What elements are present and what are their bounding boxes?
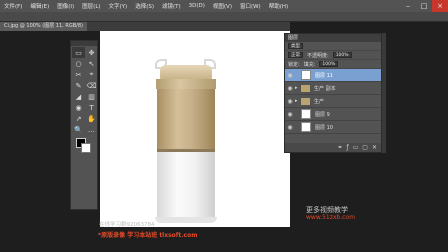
tool-icon[interactable]: ○ <box>72 58 85 69</box>
eye-icon[interactable]: ◉ <box>285 111 295 118</box>
bottom-watermark: *原版录像 学习本站班 tlxsoft.com <box>98 232 198 239</box>
tool-icon[interactable]: ↗ <box>72 113 85 124</box>
tool-icon[interactable]: ⌖ <box>85 69 98 80</box>
menu-item[interactable]: 滤镜(T) <box>158 2 185 10</box>
menu-item[interactable]: 窗口(W) <box>236 2 265 10</box>
new-layer-icon[interactable]: ▢ <box>362 144 368 151</box>
fill-label: 填充: <box>303 61 316 68</box>
document-tab[interactable]: Ci.jpg @ 100% (图层 11, RGB/8) <box>0 22 87 31</box>
tools-panel: ▭ ✥ ○ ↖ ✂ ⌖ ✎ ⌫ ◢ ▥ ◉ T ↗ ✋ 🔍… <box>70 40 98 210</box>
eye-icon[interactable]: ◉ <box>285 124 295 131</box>
tool-icon[interactable]: ▥ <box>85 91 98 102</box>
window-controls: – □ × <box>400 0 448 12</box>
layer-row[interactable]: ◉ 图层 10 <box>285 121 381 134</box>
layer-kind-select[interactable]: 类型 <box>288 43 303 49</box>
link-icon[interactable]: ⚭ <box>337 144 342 151</box>
folder-icon <box>301 97 310 105</box>
menu-item[interactable]: 帮助(H) <box>265 2 292 10</box>
color-swatches <box>71 136 97 158</box>
fill-input[interactable]: 100% <box>319 61 339 67</box>
layers-panel-title[interactable]: 图层 <box>285 34 381 42</box>
layer-thumbnail <box>301 122 311 132</box>
tool-icon[interactable]: ◢ <box>72 91 85 102</box>
folder-icon <box>301 84 310 92</box>
layer-name: 生产 <box>314 98 325 105</box>
menu-item[interactable]: 视图(V) <box>209 2 236 10</box>
tool-icon[interactable]: ✂ <box>72 69 85 80</box>
menu-item[interactable]: 文字(Y) <box>105 2 132 10</box>
qq-watermark: 在线学习群92063784 <box>99 222 155 228</box>
lock-row: 锁定: 填充: 100% <box>285 60 381 69</box>
layer-row[interactable]: ◉ 图层 9 <box>285 108 381 121</box>
menu-item[interactable]: 图层(L) <box>78 2 104 10</box>
tool-grid: ▭ ✥ ○ ↖ ✂ ⌖ ✎ ⌫ ◢ ▥ ◉ T ↗ ✋ 🔍… <box>71 46 97 136</box>
bottle-collar <box>156 79 216 89</box>
layer-list: ◉ 图层 11 ◉ ▸ 生产 副本 ◉ ▸ 生产 ◉ 图层 9 ◉ 图层 10 <box>285 69 381 134</box>
eye-icon[interactable]: ◉ <box>285 72 295 79</box>
close-button[interactable]: × <box>432 0 448 12</box>
menu-bar: 文件(F) 编辑(E) 图像(I) 图层(L) 文字(Y) 选择(S) 滤镜(T) 3D(D)… <box>0 0 448 12</box>
menu-item[interactable]: 选择(S) <box>131 2 158 10</box>
minimize-button[interactable]: – <box>400 0 416 12</box>
tool-icon[interactable]: ✋ <box>85 113 98 124</box>
document-canvas[interactable] <box>100 31 290 227</box>
layer-row[interactable]: ◉ 图层 11 <box>285 69 381 82</box>
maximize-button[interactable]: □ <box>416 0 432 12</box>
bottle-body <box>157 152 215 222</box>
layers-panel: 图层 类型 正常 不透明度: 100% 锁定: 填充: 100% ◉ 图层 11 ◉… <box>284 33 382 153</box>
tool-icon[interactable]: ↖ <box>85 58 98 69</box>
menu-item[interactable]: 文件(F) <box>0 2 26 10</box>
folder-icon[interactable]: ▭ <box>353 144 359 151</box>
layer-thumbnail <box>301 70 311 80</box>
blend-row: 正常 不透明度: 100% <box>285 51 381 60</box>
tool-icon[interactable]: ◉ <box>72 102 85 113</box>
menu-item[interactable]: 图像(I) <box>53 2 78 10</box>
layer-row[interactable]: ◉ ▸ 生产 副本 <box>285 82 381 95</box>
opacity-label: 不透明度: <box>307 52 329 59</box>
document-tabs: Ci.jpg @ 100% (图层 11, RGB/8) <box>0 22 290 31</box>
opacity-input[interactable]: 100% <box>332 52 352 58</box>
right-watermark-url: www.51zxb.com <box>306 214 355 221</box>
bottle-gold-section <box>157 89 215 149</box>
layer-thumbnail <box>301 109 311 119</box>
layers-panel-footer: ⚭ ƒ ▭ ▢ ✕ <box>285 143 381 152</box>
tool-icon[interactable]: ▭ <box>72 47 85 58</box>
lock-label: 锁定: <box>288 61 300 68</box>
menu-item[interactable]: 编辑(E) <box>26 2 53 10</box>
fx-icon[interactable]: ƒ <box>347 144 349 151</box>
bottle-cap <box>160 65 212 79</box>
tool-icon[interactable]: ✥ <box>85 47 98 58</box>
eye-icon[interactable]: ◉ <box>285 85 295 92</box>
options-bar <box>0 12 448 22</box>
menu-item[interactable]: 3D(D) <box>185 3 209 9</box>
tool-icon[interactable]: T <box>85 102 98 113</box>
side-panel-strip <box>382 33 386 153</box>
blend-mode-select[interactable]: 正常 <box>288 52 303 58</box>
eye-icon[interactable]: ◉ <box>285 98 295 105</box>
layer-name: 生产 副本 <box>314 85 336 92</box>
layer-filter-row: 类型 <box>285 42 381 51</box>
tool-icon[interactable]: ⌫ <box>85 80 98 91</box>
layer-row[interactable]: ◉ ▸ 生产 <box>285 95 381 108</box>
tool-icon[interactable]: … <box>85 124 98 135</box>
layer-name: 图层 11 <box>315 72 333 79</box>
tool-icon[interactable]: 🔍 <box>72 124 85 135</box>
layer-name: 图层 9 <box>315 111 330 118</box>
trash-icon[interactable]: ✕ <box>372 144 377 151</box>
bottle-base <box>155 217 217 223</box>
layer-name: 图层 10 <box>315 124 333 131</box>
background-color-swatch[interactable] <box>81 143 91 153</box>
tool-icon[interactable]: ✎ <box>72 80 85 91</box>
